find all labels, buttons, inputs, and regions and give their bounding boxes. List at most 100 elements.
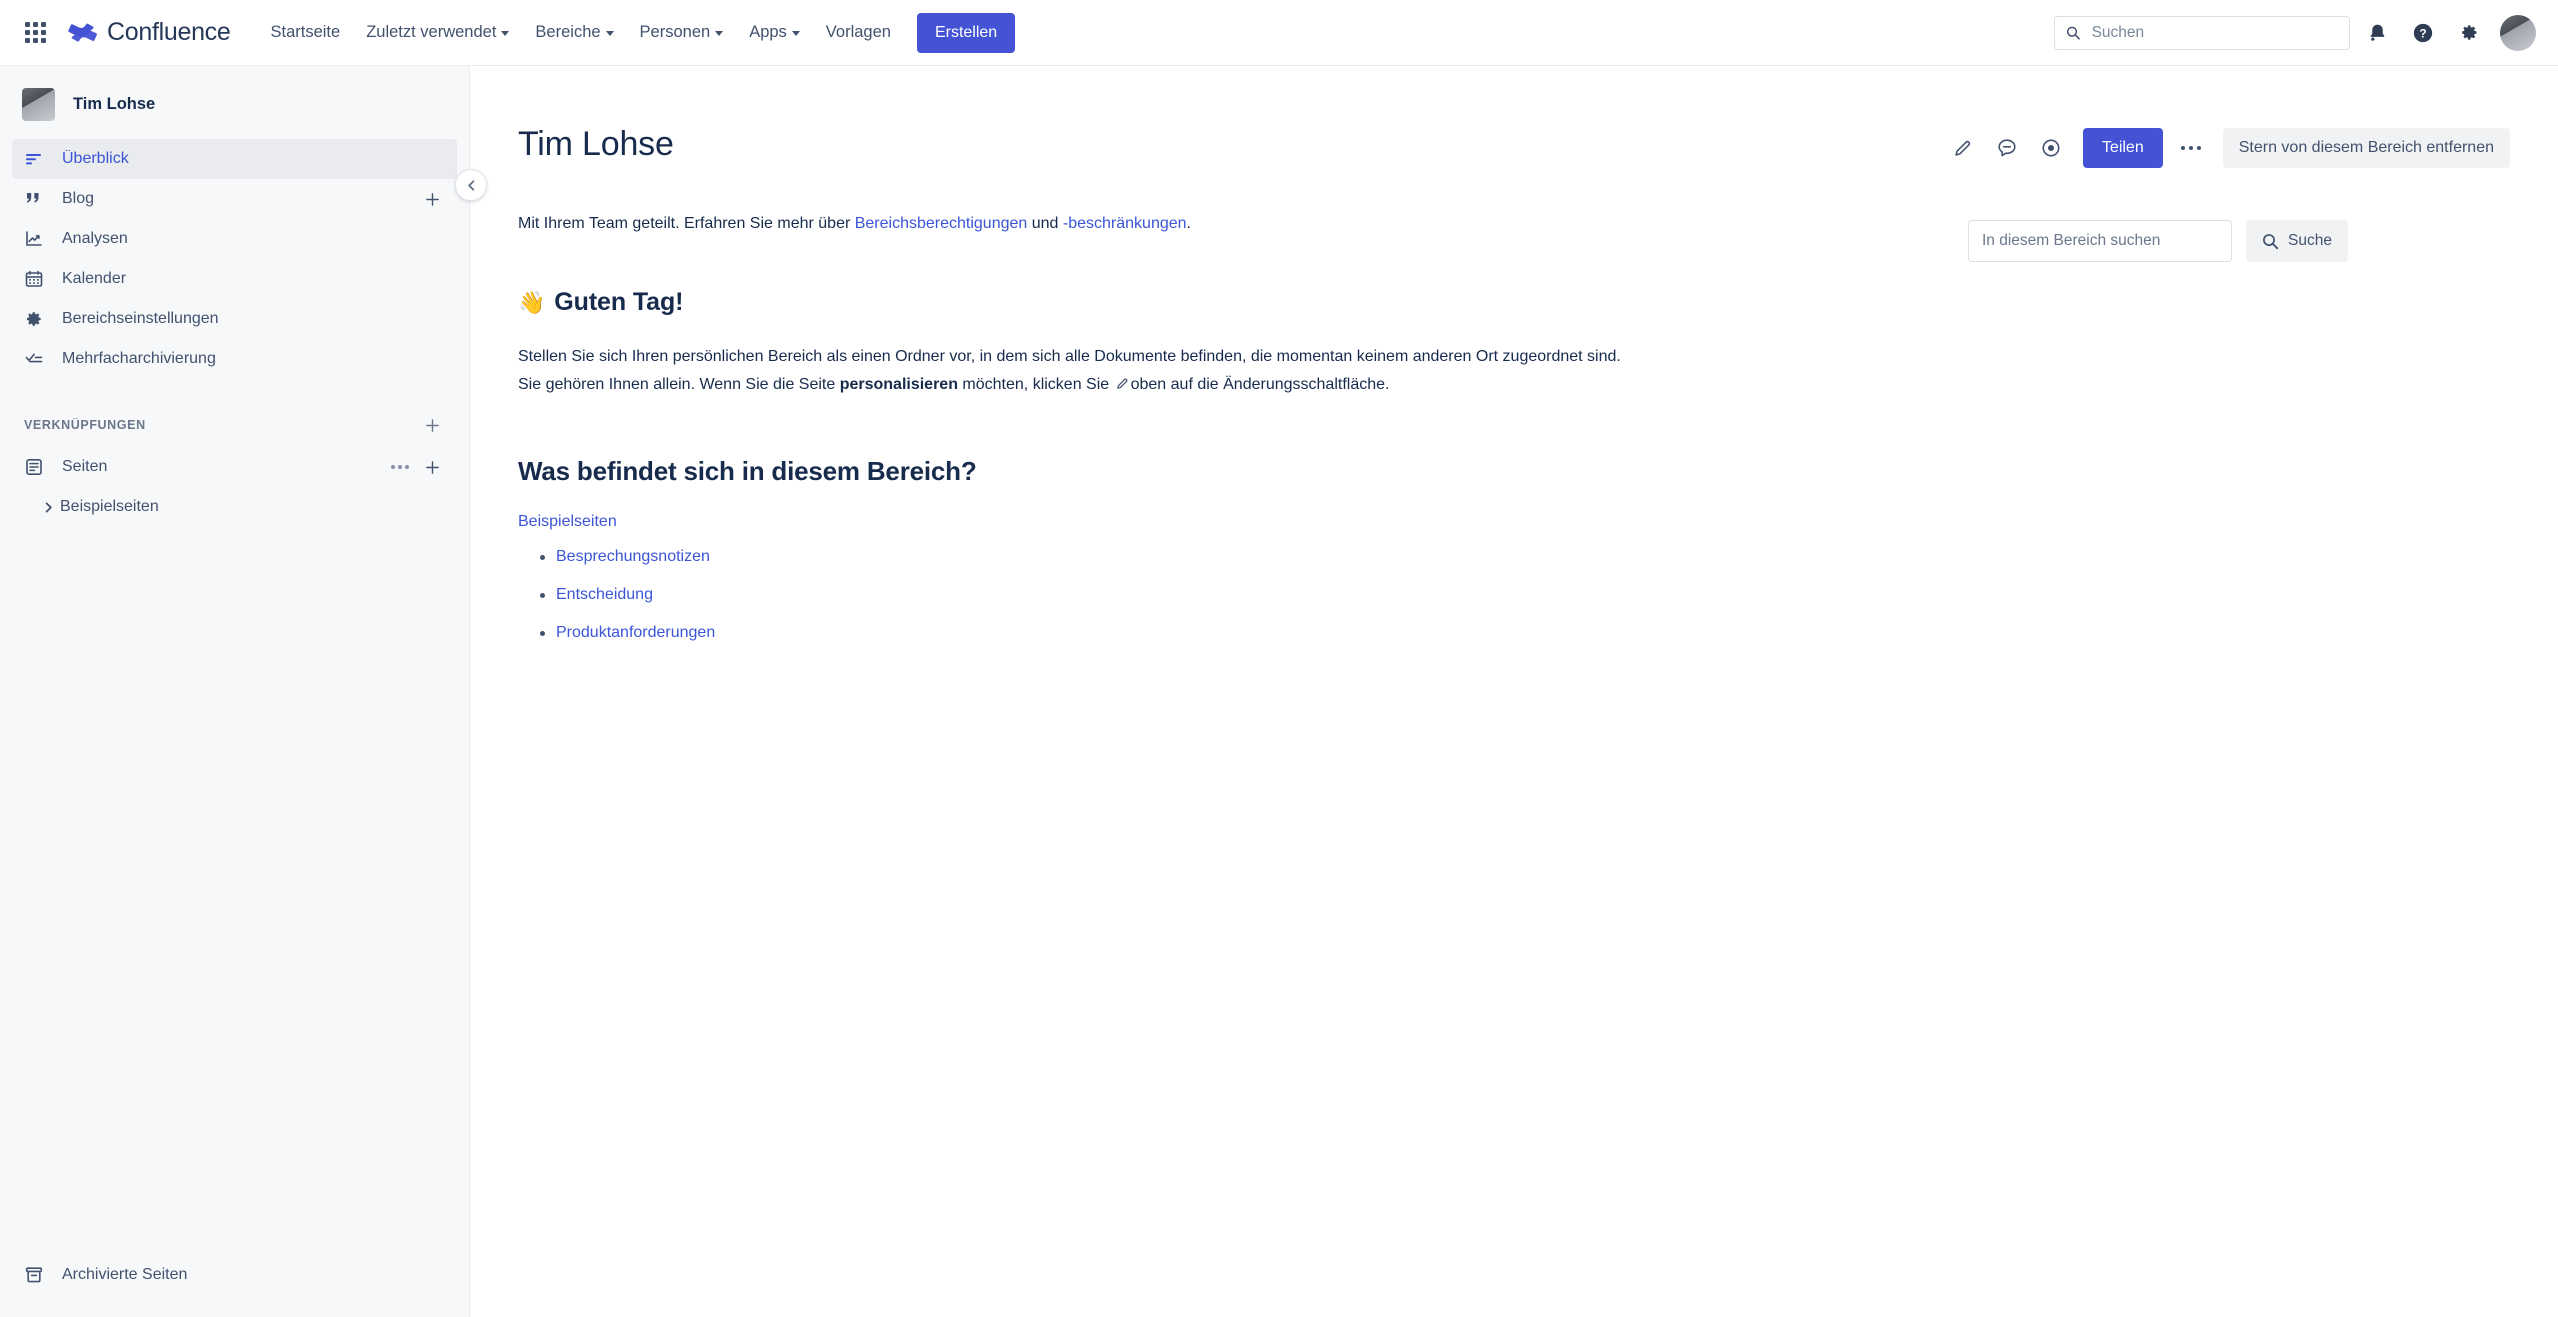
search-icon <box>2066 26 2080 40</box>
page-link-besprechungsnotizen[interactable]: Besprechungsnotizen <box>556 548 710 565</box>
global-search-box[interactable] <box>2054 15 2350 50</box>
sidebar-item-label: Archivierte Seiten <box>62 1266 188 1283</box>
chevron-down-icon <box>605 31 614 36</box>
sidebar-item-label: Analysen <box>62 230 128 247</box>
chevron-right-icon[interactable] <box>36 501 60 514</box>
sidebar-item-label: Überblick <box>62 150 129 167</box>
chevron-left-icon <box>467 179 474 191</box>
page-actions-toolbar: Teilen Stern von diesem Bereich entferne… <box>1943 124 2510 168</box>
more-ellipsis-icon <box>2188 146 2193 150</box>
sidebar-item-analysen[interactable]: Analysen <box>12 219 457 259</box>
page-link-produktanforderungen[interactable]: Produktanforderungen <box>556 624 715 641</box>
comments-button[interactable] <box>1987 128 2027 168</box>
archive-box-icon <box>24 1265 50 1285</box>
share-button[interactable]: Teilen <box>2082 128 2163 168</box>
nav-item-zuletzt-verwendet[interactable]: Zuletzt verwendet <box>354 14 521 52</box>
sidebar-item-uberblick[interactable]: Überblick <box>12 139 457 179</box>
example-pages-link[interactable]: Beispielseiten <box>518 513 1928 531</box>
confluence-home-link[interactable]: Confluence <box>62 14 236 51</box>
add-shortcut-button[interactable] <box>419 412 445 438</box>
search-input[interactable] <box>2089 22 2338 43</box>
shortcuts-label: VERKNÜPFUNGEN <box>24 418 146 432</box>
page-header: Tim Lohse Teilen Stern von diesem Bereic… <box>518 66 2510 168</box>
confluence-app: Confluence Startseite Zuletzt verwendet … <box>0 0 2558 1317</box>
help-button[interactable]: ? <box>2404 14 2442 52</box>
settings-button[interactable] <box>2450 14 2488 52</box>
edit-page-button[interactable] <box>1943 128 1983 168</box>
page-tree-icon <box>24 457 50 477</box>
sidebar-footer: Archivierte Seiten <box>0 1255 469 1317</box>
chevron-down-icon <box>501 31 510 36</box>
space-permissions-link[interactable]: Bereichsberechtigungen <box>855 215 1028 232</box>
nav-item-personen[interactable]: Personen <box>628 14 736 52</box>
nav-label: Apps <box>749 23 787 41</box>
app-switcher-button[interactable] <box>16 14 54 52</box>
primary-nav-items: Startseite Zuletzt verwendet Bereiche Pe… <box>258 14 902 52</box>
add-blog-post-button[interactable] <box>419 186 445 212</box>
user-avatar[interactable] <box>2500 14 2536 51</box>
sidebar-nav-list: Überblick Blog Analysen Kalender Bereich… <box>0 139 469 379</box>
settings-gear-icon <box>2461 25 2476 40</box>
create-button[interactable]: Erstellen <box>916 12 1016 53</box>
space-search-button-label: Suche <box>2288 232 2332 249</box>
nav-label: Startseite <box>270 23 341 41</box>
pages-more-actions-button[interactable] <box>387 454 413 480</box>
watch-button[interactable] <box>2031 128 2071 168</box>
sidebar-collapse-button[interactable] <box>455 169 487 201</box>
sidebar-item-mehrfacharchivierung[interactable]: Mehrfacharchivierung <box>12 339 457 379</box>
nav-item-vorlagen[interactable]: Vorlagen <box>814 14 903 52</box>
sidebar-item-seiten[interactable]: Seiten <box>12 447 457 487</box>
nav-label: Vorlagen <box>825 23 891 41</box>
avatar-image <box>2500 14 2536 51</box>
watch-eye-icon <box>2042 139 2060 157</box>
global-navigation-bar: Confluence Startseite Zuletzt verwendet … <box>0 0 2558 66</box>
space-sidebar: Tim Lohse Überblick Blog Analysen Kalend… <box>0 66 487 1317</box>
sidebar-item-label: Mehrfacharchivierung <box>62 350 216 367</box>
page-link-entscheidung[interactable]: Entscheidung <box>556 586 653 603</box>
greeting-text: Guten Tag! <box>554 288 684 316</box>
page-tree-item-label: Beispielseiten <box>60 498 159 515</box>
svg-text:?: ? <box>2419 26 2426 40</box>
sidebar-pages-section: Seiten <box>0 447 469 487</box>
space-header[interactable]: Tim Lohse <box>0 66 469 139</box>
list-item: Produktanforderungen <box>540 621 1928 646</box>
main-inner: Tim Lohse Teilen Stern von diesem Bereic… <box>470 66 2558 658</box>
page-tree-item-beispielseiten[interactable]: Beispielseiten <box>12 487 457 527</box>
intro-bold: personalisieren <box>839 375 958 393</box>
confluence-logo-icon <box>68 23 97 42</box>
space-search-button[interactable]: Suche <box>2246 220 2348 262</box>
list-item: Entscheidung <box>540 583 1928 608</box>
sidebar-item-archivierte-seiten[interactable]: Archivierte Seiten <box>12 1255 457 1295</box>
nav-item-apps[interactable]: Apps <box>737 14 812 52</box>
unstar-space-button[interactable]: Stern von diesem Bereich entfernen <box>2222 128 2510 168</box>
pencil-edit-icon <box>1955 140 1971 156</box>
space-avatar <box>22 88 55 121</box>
more-ellipsis-icon <box>2180 146 2185 150</box>
space-search-input[interactable] <box>1968 220 2233 262</box>
sidebar-item-blog[interactable]: Blog <box>12 179 457 219</box>
share-notice-prefix: Mit Ihrem Team geteilt. Erfahren Sie meh… <box>518 215 855 232</box>
gear-icon <box>24 309 50 329</box>
topnav-right-group: ? <box>2054 14 2536 52</box>
notifications-button[interactable] <box>2358 14 2396 52</box>
more-actions-button[interactable] <box>2171 128 2211 168</box>
nav-label: Bereiche <box>535 23 601 41</box>
topnav-left-group: Confluence Startseite Zuletzt verwendet … <box>16 12 1016 53</box>
bulk-archive-check-icon <box>24 349 50 369</box>
sidebar-item-label: Seiten <box>62 458 108 475</box>
nav-label: Personen <box>639 23 711 41</box>
waving-hand-emoji: 👋 <box>518 289 546 315</box>
sidebar-item-kalender[interactable]: Kalender <box>12 259 457 299</box>
add-page-button[interactable] <box>419 454 445 480</box>
nav-item-startseite[interactable]: Startseite <box>258 14 352 52</box>
nav-item-bereiche[interactable]: Bereiche <box>523 14 625 52</box>
help-question-icon: ? <box>2413 23 2433 42</box>
sidebar-item-bereichseinstellungen[interactable]: Bereichseinstellungen <box>12 299 457 339</box>
more-ellipsis-icon <box>2196 146 2201 150</box>
content-columns: Mit Ihrem Team geteilt. Erfahren Sie meh… <box>518 168 2510 658</box>
space-name-label: Tim Lohse <box>73 95 156 113</box>
intro-part3: oben auf die Änderungsschaltfläche. <box>1130 375 1390 393</box>
space-restrictions-link[interactable]: -beschränkungen <box>1063 215 1187 232</box>
list-item: Besprechungsnotizen <box>540 545 1928 570</box>
